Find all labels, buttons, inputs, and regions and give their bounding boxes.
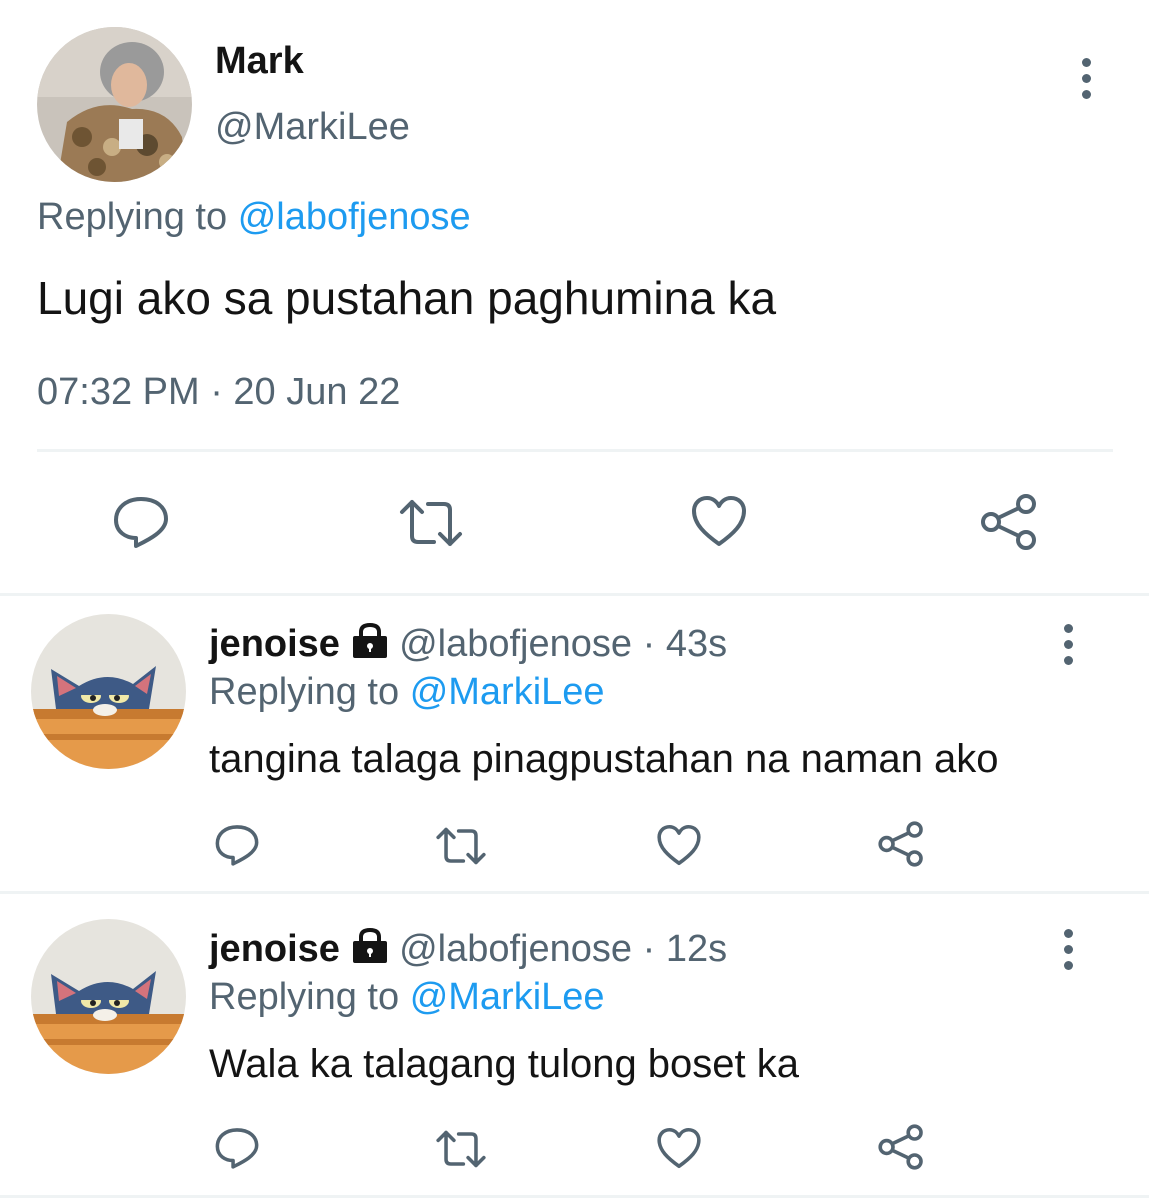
avatar[interactable] [31, 919, 186, 1074]
avatar[interactable] [37, 27, 192, 182]
avatar[interactable] [31, 614, 186, 769]
reply-header: jenoise @labofjenose · 12s [209, 926, 727, 974]
divider [0, 891, 1149, 894]
tweet-text: tangina talaga pinagpustahan na naman ak… [209, 737, 999, 781]
replying-to-handle[interactable]: @MarkiLee [410, 976, 605, 1018]
tweet-age: · 43s [642, 623, 728, 665]
reply-icon[interactable] [214, 1126, 260, 1170]
retweet-icon[interactable] [435, 1129, 487, 1169]
tweet-text: Wala ka talagang tulong boset ka [209, 1042, 800, 1086]
user-handle[interactable]: @MarkiLee [215, 104, 410, 150]
user-handle[interactable]: @labofjenose [399, 928, 632, 970]
more-options-icon[interactable] [1079, 58, 1093, 99]
more-options-icon[interactable] [1061, 929, 1075, 970]
retweet-icon[interactable] [435, 826, 487, 866]
replying-to-label: Replying to [209, 671, 400, 713]
display-name[interactable]: jenoise [209, 623, 340, 665]
replying-to-line: Replying to @labofjenose [37, 194, 471, 240]
like-icon[interactable] [690, 494, 748, 548]
like-icon[interactable] [656, 823, 702, 867]
divider [0, 1195, 1149, 1198]
reply-header: jenoise @labofjenose · 43s [209, 621, 727, 669]
lock-icon [351, 927, 389, 974]
replying-to-line: Replying to @MarkiLee [209, 974, 605, 1020]
replying-to-handle[interactable]: @MarkiLee [410, 671, 605, 713]
user-handle[interactable]: @labofjenose [399, 623, 632, 665]
tweet-text: Lugi ako sa pustahan paghumina ka [37, 272, 777, 324]
reply-icon[interactable] [112, 494, 170, 550]
share-icon[interactable] [877, 1123, 925, 1171]
more-options-icon[interactable] [1061, 624, 1075, 665]
replying-to-handle[interactable]: @labofjenose [238, 196, 471, 238]
lock-icon [351, 622, 389, 669]
divider [0, 593, 1149, 596]
divider [37, 449, 1113, 452]
like-icon[interactable] [656, 1126, 702, 1170]
share-icon[interactable] [979, 492, 1039, 552]
display-name[interactable]: Mark [215, 38, 304, 84]
tweet-timestamp: 07:32 PM · 20 Jun 22 [37, 371, 401, 413]
share-icon[interactable] [877, 820, 925, 868]
tweet-age: · 12s [642, 928, 728, 970]
replying-to-label: Replying to [37, 196, 228, 238]
display-name[interactable]: jenoise [209, 928, 340, 970]
replying-to-label: Replying to [209, 976, 400, 1018]
replying-to-line: Replying to @MarkiLee [209, 669, 605, 715]
reply-icon[interactable] [214, 823, 260, 867]
retweet-icon[interactable] [398, 498, 464, 548]
